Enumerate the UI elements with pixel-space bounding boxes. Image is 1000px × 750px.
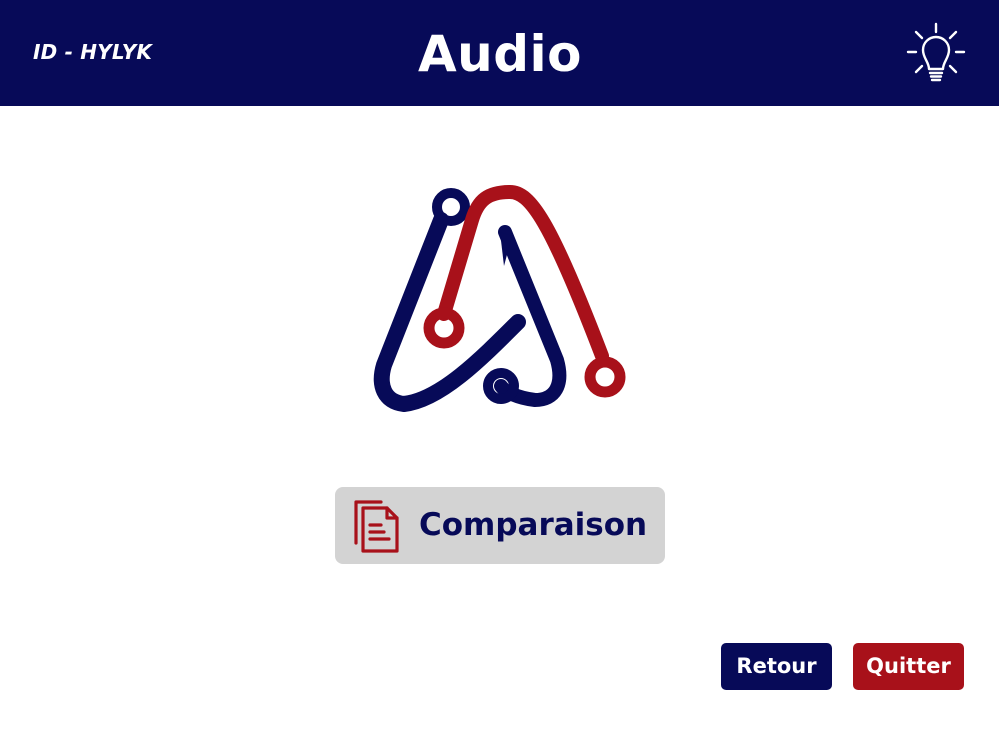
audio-logo-icon	[373, 185, 626, 412]
quit-button[interactable]: Quitter	[853, 643, 964, 690]
hint-button[interactable]	[902, 20, 970, 88]
back-button[interactable]: Retour	[721, 643, 832, 690]
header-bar: ID - HYLYK Audio	[0, 0, 999, 106]
comparison-icon-wrap	[349, 497, 401, 555]
comparison-button[interactable]: Comparaison	[335, 487, 665, 564]
lightbulb-icon	[906, 22, 966, 82]
document-copy-icon	[354, 500, 399, 553]
comparison-button-label: Comparaison	[419, 507, 648, 543]
page-title: Audio	[417, 25, 583, 83]
app-logo	[360, 180, 640, 416]
